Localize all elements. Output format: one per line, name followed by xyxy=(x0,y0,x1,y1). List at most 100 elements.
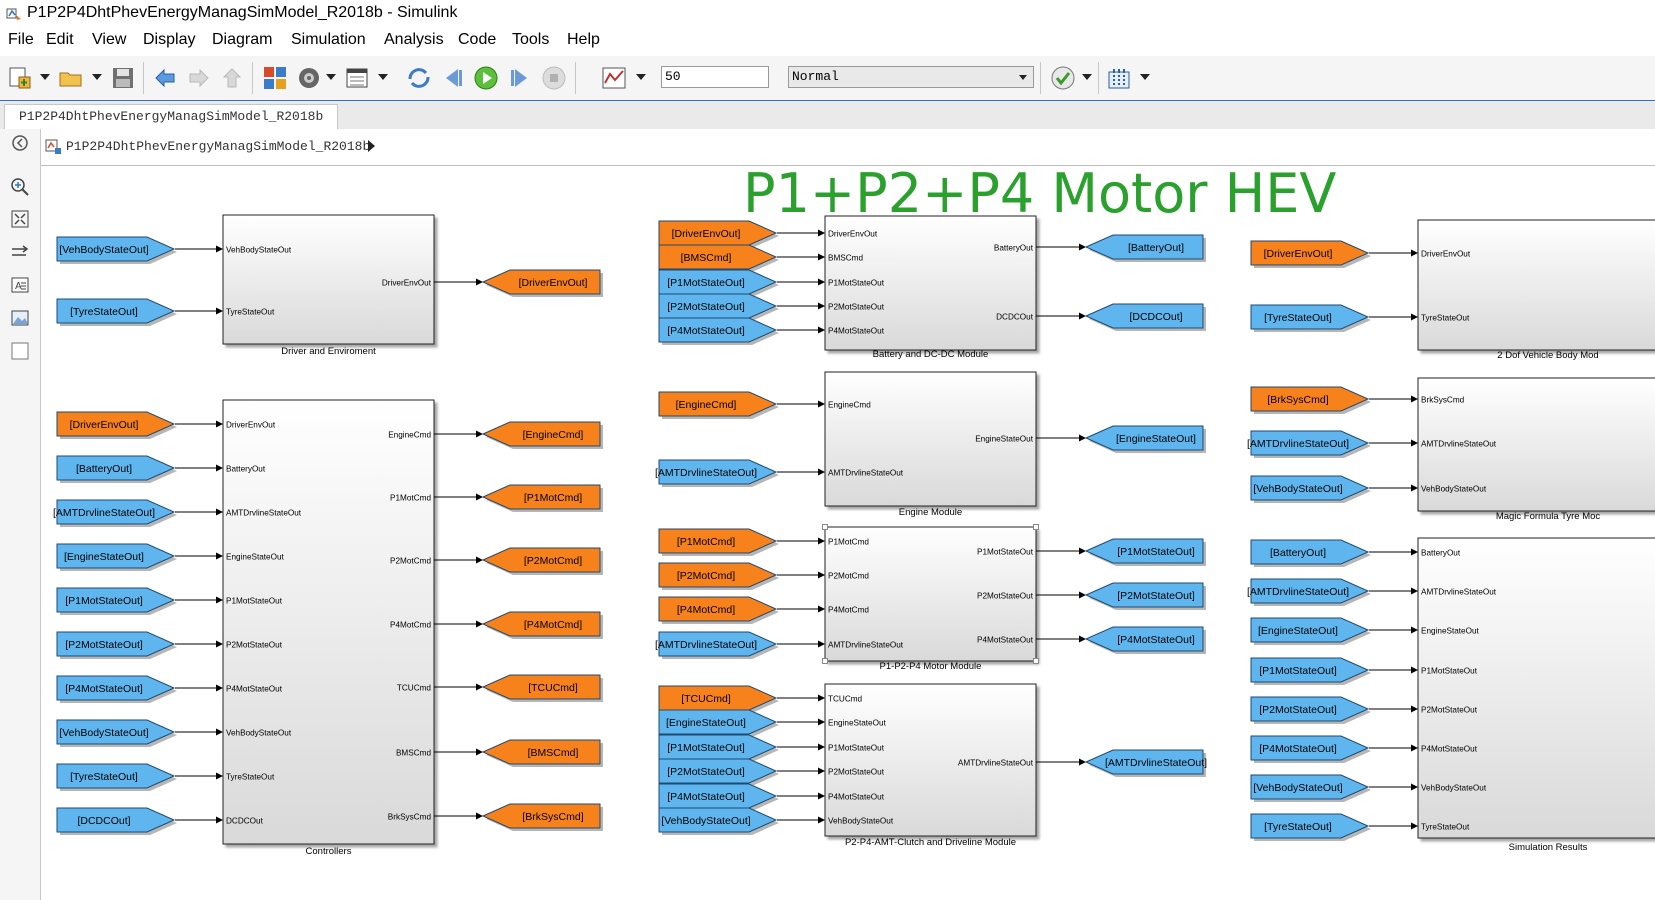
from-tag[interactable]: [EngineStateOut] xyxy=(56,543,177,571)
menu-analysis[interactable]: Analysis xyxy=(384,31,444,49)
from-tag[interactable]: [P4MotStateOut] xyxy=(658,317,779,345)
zoom-in-icon[interactable] xyxy=(10,177,30,197)
from-tag[interactable]: [DCDCOut] xyxy=(56,807,177,835)
from-tag[interactable]: [P2MotCmd] xyxy=(658,562,779,590)
diagram-canvas[interactable]: P1+P2+P4 Motor HEV VehBodyStateOut [VehBo… xyxy=(41,166,1655,900)
goto-tag[interactable]: [BatteryOut] xyxy=(1084,234,1206,262)
model-tab[interactable]: P1P2P4DhtPhevEnergyManagSimModel_R2018b xyxy=(4,104,339,130)
model-explorer-icon[interactable] xyxy=(344,65,370,91)
from-tag[interactable]: [BrkSysCmd] xyxy=(1250,386,1371,414)
menu-diagram[interactable]: Diagram xyxy=(212,31,272,49)
from-tag[interactable]: [VehBodyStateOut] xyxy=(658,807,779,835)
selection-handle[interactable] xyxy=(1033,524,1039,530)
menu-display[interactable]: Display xyxy=(143,31,195,49)
new-dropdown-arrow[interactable] xyxy=(40,74,50,80)
library-browser-icon[interactable] xyxy=(262,65,288,91)
from-tag[interactable]: [BMSCmd] xyxy=(658,244,779,272)
new-model-icon[interactable] xyxy=(7,65,33,91)
goto-tag[interactable]: [P2MotCmd] xyxy=(481,547,603,575)
from-tag[interactable]: [P1MotStateOut] xyxy=(658,269,779,297)
menu-tools[interactable]: Tools xyxy=(512,31,549,49)
block-2-dof-vehicle-body-mod[interactable] xyxy=(1417,219,1655,351)
from-tag[interactable]: [EngineStateOut] xyxy=(1250,617,1371,645)
image-icon[interactable] xyxy=(10,308,30,328)
goto-tag[interactable]: [TCUCmd] xyxy=(481,674,603,702)
scope-dropdown-arrow[interactable] xyxy=(636,74,646,80)
goto-tag[interactable]: [BMSCmd] xyxy=(481,739,603,767)
build-dropdown-arrow[interactable] xyxy=(1140,74,1150,80)
from-tag[interactable]: [P4MotStateOut] xyxy=(1250,735,1371,763)
from-tag[interactable]: [DriverEnvOut] xyxy=(658,220,779,248)
from-tag[interactable]: [EngineStateOut] xyxy=(658,709,779,737)
from-tag[interactable]: [P2MotStateOut] xyxy=(658,758,779,786)
breadcrumb-arrow-icon[interactable] xyxy=(368,140,375,152)
from-tag[interactable]: [P2MotStateOut] xyxy=(658,293,779,321)
from-tag[interactable]: [TCUCmd] xyxy=(658,685,779,713)
breadcrumb[interactable]: P1P2P4DhtPhevEnergyManagSimModel_R2018b xyxy=(66,139,370,154)
goto-tag[interactable]: [EngineCmd] xyxy=(481,421,603,449)
from-tag[interactable]: [P1MotCmd] xyxy=(658,528,779,556)
run-play-icon[interactable] xyxy=(473,65,499,91)
block-simulation-results[interactable] xyxy=(1417,537,1655,839)
scope-viewer-icon[interactable] xyxy=(601,65,627,91)
goto-tag[interactable]: [P4MotCmd] xyxy=(481,611,603,639)
selection-handle[interactable] xyxy=(822,658,828,664)
from-tag[interactable]: [AMTDrvlineStateOut] xyxy=(655,459,779,487)
goto-tag[interactable]: [DCDCOut] xyxy=(1084,303,1206,331)
menu-help[interactable]: Help xyxy=(567,31,600,49)
step-forward-icon[interactable] xyxy=(507,65,533,91)
back-arrow-icon[interactable] xyxy=(152,65,178,91)
goto-tag[interactable]: [EngineStateOut] xyxy=(1084,425,1206,453)
from-tag[interactable]: [EngineCmd] xyxy=(658,391,779,419)
menu-view[interactable]: View xyxy=(92,31,126,49)
goto-tag[interactable]: [P1MotStateOut] xyxy=(1084,538,1206,566)
explorer-dropdown-arrow[interactable] xyxy=(378,74,388,80)
open-dropdown-arrow[interactable] xyxy=(92,74,102,80)
menu-edit[interactable]: Edit xyxy=(46,31,74,49)
from-tag[interactable]: [VehBodyStateOut] xyxy=(1250,475,1371,503)
from-tag[interactable]: [TyreStateOut] xyxy=(1250,304,1371,332)
build-grid-icon[interactable] xyxy=(1106,65,1132,91)
from-tag[interactable]: [AMTDrvlineStateOut] xyxy=(53,499,177,527)
goto-tag[interactable]: [P1MotCmd] xyxy=(481,484,603,512)
from-tag[interactable]: [BatteryOut] xyxy=(1250,539,1371,567)
from-tag[interactable]: [P4MotStateOut] xyxy=(56,675,177,703)
from-tag[interactable]: [P4MotStateOut] xyxy=(658,783,779,811)
save-icon[interactable] xyxy=(110,65,136,91)
from-tag[interactable]: [TyreStateOut] xyxy=(56,298,177,326)
from-tag[interactable]: [P1MotStateOut] xyxy=(56,587,177,615)
selection-handle[interactable] xyxy=(822,524,828,530)
from-tag[interactable]: [P4MotCmd] xyxy=(658,596,779,624)
stop-time-input[interactable]: 50 xyxy=(661,66,769,88)
stop-icon[interactable] xyxy=(541,65,567,91)
from-tag[interactable]: [P1MotStateOut] xyxy=(658,734,779,762)
goto-tag[interactable]: [DriverEnvOut] xyxy=(481,269,603,297)
from-tag[interactable]: [DriverEnvOut] xyxy=(1250,240,1371,268)
update-diagram-icon[interactable] xyxy=(406,65,432,91)
goto-tag[interactable]: [P4MotStateOut] xyxy=(1084,626,1206,654)
from-tag[interactable]: [DriverEnvOut] xyxy=(56,411,177,439)
simulation-mode-select[interactable]: Normal xyxy=(788,66,1034,88)
from-tag[interactable]: [VehBodyStateOut] xyxy=(56,236,177,264)
goto-tag[interactable]: [AMTDrvlineStateOut] xyxy=(1084,749,1207,777)
from-tag[interactable]: [TyreStateOut] xyxy=(1250,813,1371,841)
area-icon[interactable] xyxy=(10,341,30,361)
advisor-dropdown-arrow[interactable] xyxy=(1082,74,1092,80)
selection-handle[interactable] xyxy=(1033,658,1039,664)
from-tag[interactable]: [TyreStateOut] xyxy=(56,763,177,791)
step-back-icon[interactable] xyxy=(440,65,466,91)
from-tag[interactable]: [AMTDrvlineStateOut] xyxy=(655,631,779,659)
model-advisor-check-icon[interactable] xyxy=(1050,65,1076,91)
from-tag[interactable]: [AMTDrvlineStateOut] xyxy=(1247,430,1371,458)
settings-dropdown-arrow[interactable] xyxy=(326,74,336,80)
from-tag[interactable]: [BatteryOut] xyxy=(56,455,177,483)
hide-browser-icon[interactable] xyxy=(10,133,30,153)
from-tag[interactable]: [P2MotStateOut] xyxy=(1250,696,1371,724)
goto-tag[interactable]: [P2MotStateOut] xyxy=(1084,582,1206,610)
open-folder-icon[interactable] xyxy=(58,65,84,91)
goto-tag[interactable]: [BrkSysCmd] xyxy=(481,803,603,831)
from-tag[interactable]: [VehBodyStateOut] xyxy=(1250,774,1371,802)
up-arrow-icon[interactable] xyxy=(219,65,245,91)
forward-arrow-icon[interactable] xyxy=(186,65,212,91)
model-settings-gear-icon[interactable] xyxy=(296,65,322,91)
